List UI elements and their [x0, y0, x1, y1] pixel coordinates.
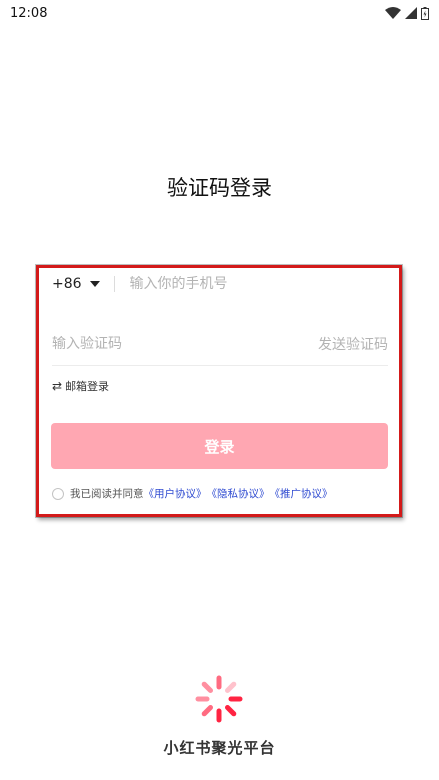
status-icons: [385, 6, 429, 20]
caret-down-icon: [89, 281, 100, 287]
signal-icon: [405, 7, 417, 19]
agreement-prefix: 我已阅读并同意: [70, 488, 144, 500]
wifi-icon: [385, 7, 401, 19]
phone-input[interactable]: [129, 276, 370, 292]
page-title: 验证码登录: [167, 176, 272, 200]
agree-radio[interactable]: [52, 487, 64, 500]
country-code-selector[interactable]: +86: [52, 276, 100, 292]
privacy-agreement-link[interactable]: 《隐私协议》: [207, 486, 270, 501]
swap-icon: ⇄: [52, 379, 63, 393]
login-screen: 12:08 验证码登录 +86 发送验证码: [0, 0, 439, 780]
brand-name: 小红书聚光平台: [163, 739, 276, 757]
email-login-switch[interactable]: ⇄ 邮箱登录: [52, 378, 109, 394]
status-time: 12:08: [10, 5, 48, 21]
login-button[interactable]: 登录: [51, 423, 388, 469]
status-bar: 12:08: [0, 0, 439, 26]
send-code-button[interactable]: 发送验证码: [318, 334, 388, 354]
country-code-label: +86: [52, 276, 82, 292]
code-input[interactable]: [52, 336, 252, 352]
battery-icon: [421, 6, 429, 20]
phone-divider: [113, 276, 115, 292]
brand-logo-icon: [195, 675, 243, 723]
agreement: 我已阅读并同意 《用户协议》 《隐私协议》 《推广协议》: [52, 486, 333, 501]
phone-row: +86: [52, 270, 388, 298]
code-divider: [52, 365, 388, 366]
user-agreement-link[interactable]: 《用户协议》: [144, 486, 207, 501]
promotion-agreement-link[interactable]: 《推广协议》: [270, 486, 333, 501]
code-row: 发送验证码: [52, 330, 388, 358]
email-login-label: 邮箱登录: [65, 380, 110, 393]
